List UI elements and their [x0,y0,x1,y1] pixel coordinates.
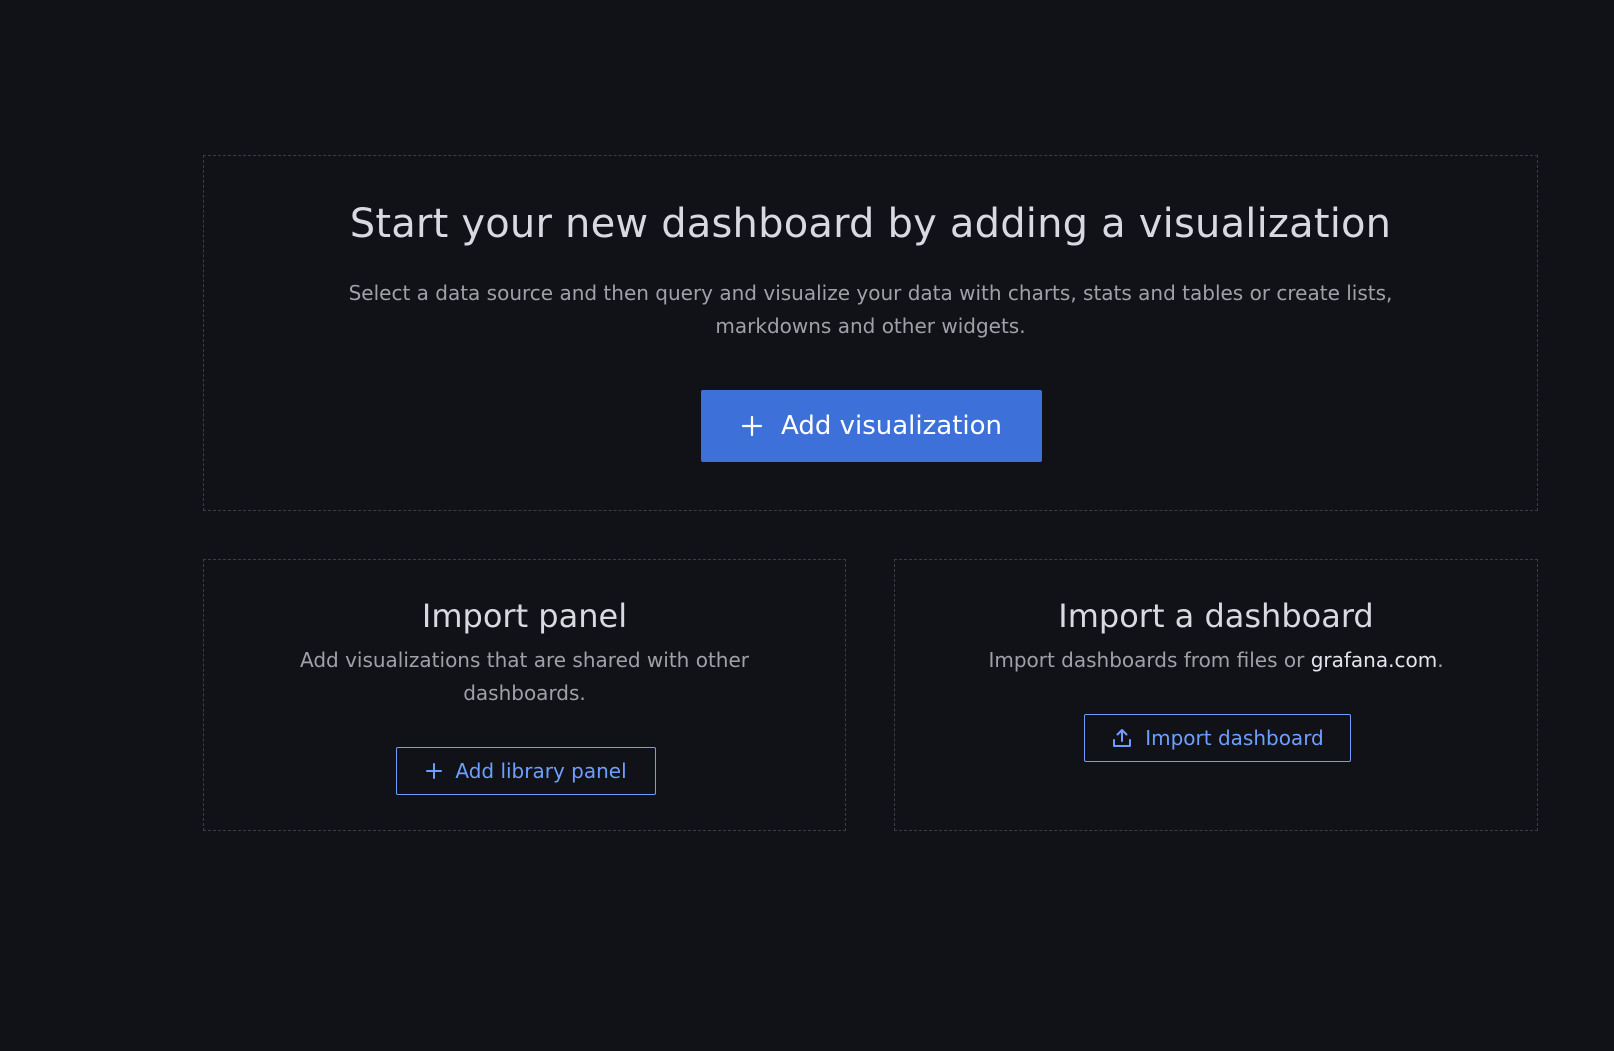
add-visualization-card: Start your new dashboard by adding a vis… [203,155,1538,511]
add-library-panel-label: Add library panel [455,759,627,783]
add-library-panel-button[interactable]: Add library panel [396,747,656,795]
import-panel-description: Add visualizations that are shared with … [299,648,749,705]
plus-icon [741,415,763,437]
hero-title: Start your new dashboard by adding a vis… [349,201,1392,247]
add-visualization-label: Add visualization [781,411,1002,441]
import-dashboard-title: Import a dashboard [1058,597,1374,635]
import-panel-title: Import panel [421,597,628,635]
hero-description: Select a data source and then query and … [348,281,1393,338]
import-dashboard-card: Import a dashboard Import dashboards fro… [894,559,1538,831]
plus-icon [425,762,443,780]
import-dashboard-description-end: . [1437,648,1444,672]
grafana-com-link[interactable]: grafana.com [1311,648,1437,672]
import-dashboard-description: Import dashboards from files or grafana.… [955,644,1477,677]
upload-icon [1111,727,1133,749]
import-dashboard-label: Import dashboard [1145,726,1324,750]
add-visualization-button[interactable]: Add visualization [701,390,1042,462]
import-dashboard-button[interactable]: Import dashboard [1084,714,1351,762]
import-panel-card: Import panel Add visualizations that are… [203,559,846,831]
import-dashboard-description-text: Import dashboards from files or [988,648,1311,672]
